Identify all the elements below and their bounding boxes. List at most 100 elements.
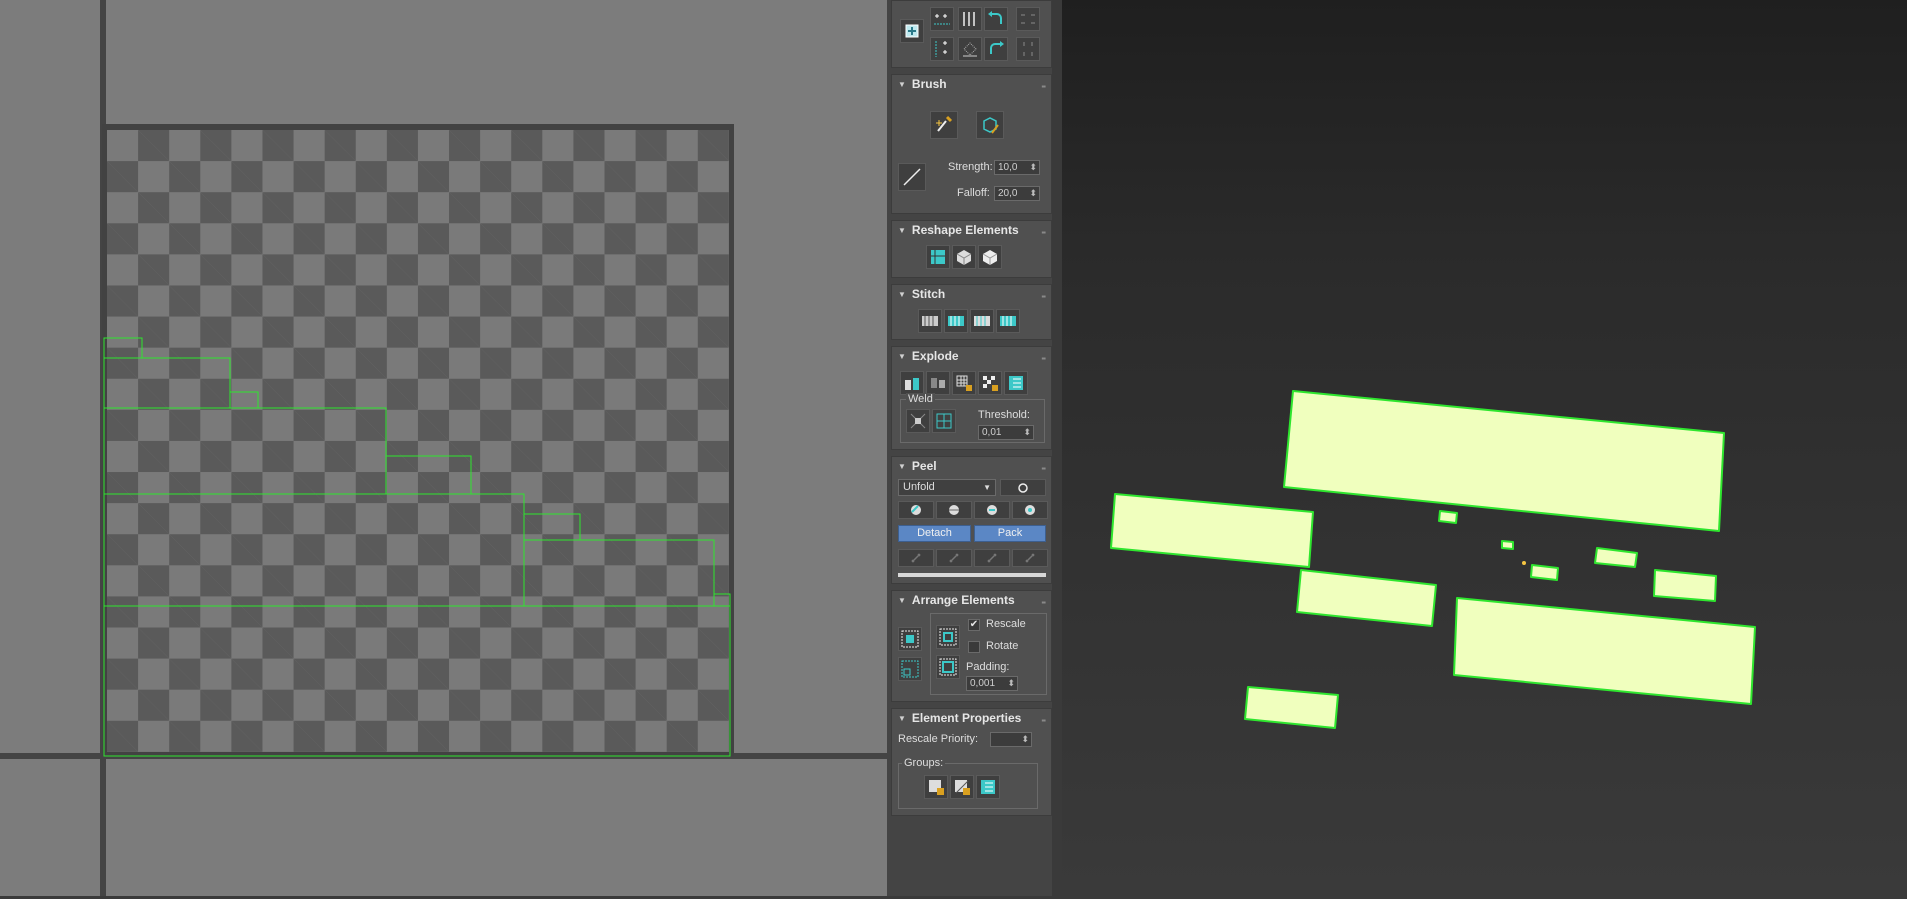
pin-selected-button[interactable] (898, 549, 934, 567)
selected-faces-3d[interactable] (1062, 0, 1907, 896)
relax-settings-button[interactable] (978, 245, 1002, 269)
straighten-selection-button[interactable] (926, 245, 950, 269)
weld-all-icon (936, 413, 952, 429)
peel-mode-dropdown[interactable]: Unfold ▼ (898, 479, 996, 496)
groups-label: Groups: (902, 757, 946, 769)
peel-reset-icon (987, 505, 997, 515)
peel-reset-button[interactable] (974, 501, 1010, 519)
uv-island (523, 539, 715, 607)
detach-edge-icon (931, 378, 945, 388)
uv-island (523, 513, 581, 541)
brush-rollout-header[interactable]: ▼ Brush ▪▪ (892, 75, 1051, 93)
rescale-checkbox[interactable]: ✔ (968, 619, 980, 631)
group-selected-button[interactable] (924, 775, 948, 799)
relax-until-flat-button[interactable] (952, 245, 976, 269)
weld-selected-button[interactable] (906, 409, 930, 433)
select-group-button[interactable] (976, 775, 1000, 799)
flatten-by-smoothing-button[interactable] (952, 371, 976, 395)
selected-face (1283, 390, 1725, 532)
peel-mode-button[interactable] (936, 501, 972, 519)
explode-header[interactable]: ▼ Explode ▪▪ (892, 347, 1051, 365)
snap-selection-button[interactable] (900, 19, 924, 43)
ungroup-selected-button[interactable] (950, 775, 974, 799)
detach-edge-verts-button[interactable] (926, 371, 950, 395)
relax-grid-button[interactable] (958, 37, 982, 61)
pack-custom-button[interactable] (936, 655, 960, 679)
align-horizontal-icon (934, 14, 950, 25)
perspective-viewport[interactable] (1062, 0, 1907, 896)
rotate-cw-button[interactable] (984, 37, 1008, 61)
falloff-spinner[interactable]: 20,0 (994, 186, 1040, 201)
selected-face (1453, 597, 1756, 705)
strength-spinner[interactable]: 10,0 (994, 160, 1040, 175)
padding-label: Padding: (966, 661, 1010, 673)
falloff-curve-icon (903, 168, 921, 186)
auto-pin-moved-button[interactable] (974, 549, 1010, 567)
pivot-gizmo[interactable] (1522, 561, 1526, 565)
stitch-to-source-button[interactable] (996, 309, 1020, 333)
distribute-vertical-button[interactable] (1016, 37, 1040, 61)
relax-grid-icon (963, 42, 977, 57)
stitch-custom-button[interactable] (918, 309, 942, 333)
pack-button[interactable]: Pack (974, 525, 1046, 542)
straighten-button[interactable] (958, 7, 982, 31)
distribute-horizontal-button[interactable] (1016, 7, 1040, 31)
rotate-ccw-button[interactable] (984, 7, 1008, 31)
distribute-vertical-icon (1023, 42, 1033, 56)
panel-scroll-gutter[interactable] (1052, 0, 1062, 896)
threshold-label: Threshold: (978, 409, 1030, 421)
pack-normalize-button[interactable] (898, 627, 922, 651)
select-pins-button[interactable] (1012, 549, 1048, 567)
uv-island (229, 391, 259, 409)
rescale-elements-button[interactable] (898, 657, 922, 681)
brush-move-button[interactable] (930, 111, 958, 139)
unpin-selected-button[interactable] (936, 549, 972, 567)
uv-islands[interactable] (0, 0, 887, 896)
stitch-average-button[interactable] (970, 309, 994, 333)
collapse-arrow-icon: ▼ (898, 80, 906, 89)
weld-all-selected-button[interactable] (932, 409, 956, 433)
selected-face (1530, 564, 1559, 581)
grip-icon: ▪▪ (1041, 598, 1046, 607)
checkmark-icon: ✔ (969, 619, 979, 630)
arrange-elements-header[interactable]: ▼ Arrange Elements ▪▪ (892, 591, 1051, 609)
collapse-arrow-icon: ▼ (898, 226, 906, 235)
stitch-header[interactable]: ▼ Stitch ▪▪ (892, 285, 1051, 303)
flatten-by-material-button[interactable] (978, 371, 1002, 395)
relax-cube-icon (956, 250, 972, 265)
padding-spinner[interactable]: 0,001 (966, 676, 1018, 691)
break-button[interactable] (900, 371, 924, 395)
brush-falloff-type-button[interactable] (898, 163, 926, 191)
uv-editor-canvas[interactable] (0, 0, 887, 896)
brush-relax-button[interactable] (976, 111, 1004, 139)
quick-peel-button[interactable] (898, 501, 934, 519)
flatten-grid-icon (956, 375, 972, 391)
relax-cube-options-icon (982, 250, 998, 265)
threshold-spinner[interactable]: 0,01 (978, 425, 1034, 440)
peel-sphere-half-icon (949, 505, 959, 515)
stitch-source-icon (1000, 316, 1016, 326)
reshape-elements-header[interactable]: ▼ Reshape Elements ▪▪ (892, 221, 1051, 239)
peel-header[interactable]: ▼ Peel ▪▪ (892, 457, 1051, 475)
collapse-arrow-icon: ▼ (898, 352, 906, 361)
element-properties-header[interactable]: ▼ Element Properties ▪▪ (892, 709, 1051, 727)
selected-face (1594, 547, 1638, 568)
peel-settings-button[interactable] (1000, 479, 1046, 496)
grip-icon: ▪▪ (1041, 354, 1046, 363)
flatten-by-polygon-angle-button[interactable] (1004, 371, 1028, 395)
peel-pin-button[interactable] (1012, 501, 1048, 519)
straighten-icon (963, 12, 975, 26)
pack-together-button[interactable] (936, 625, 960, 649)
rescale-label: Rescale (986, 618, 1026, 630)
flatten-checker-icon (983, 376, 998, 391)
rotate-checkbox[interactable] (968, 641, 980, 653)
rotate-label: Rotate (986, 640, 1019, 652)
stitch-to-target-button[interactable] (944, 309, 968, 333)
align-vertical-button[interactable] (930, 37, 954, 61)
grip-icon: ▪▪ (1041, 292, 1046, 301)
pack-custom-icon (939, 658, 957, 676)
peel-sphere-icon (911, 505, 921, 515)
align-horizontal-button[interactable] (930, 7, 954, 31)
rescale-priority-spinner[interactable] (990, 732, 1032, 747)
detach-button[interactable]: Detach (898, 525, 971, 542)
